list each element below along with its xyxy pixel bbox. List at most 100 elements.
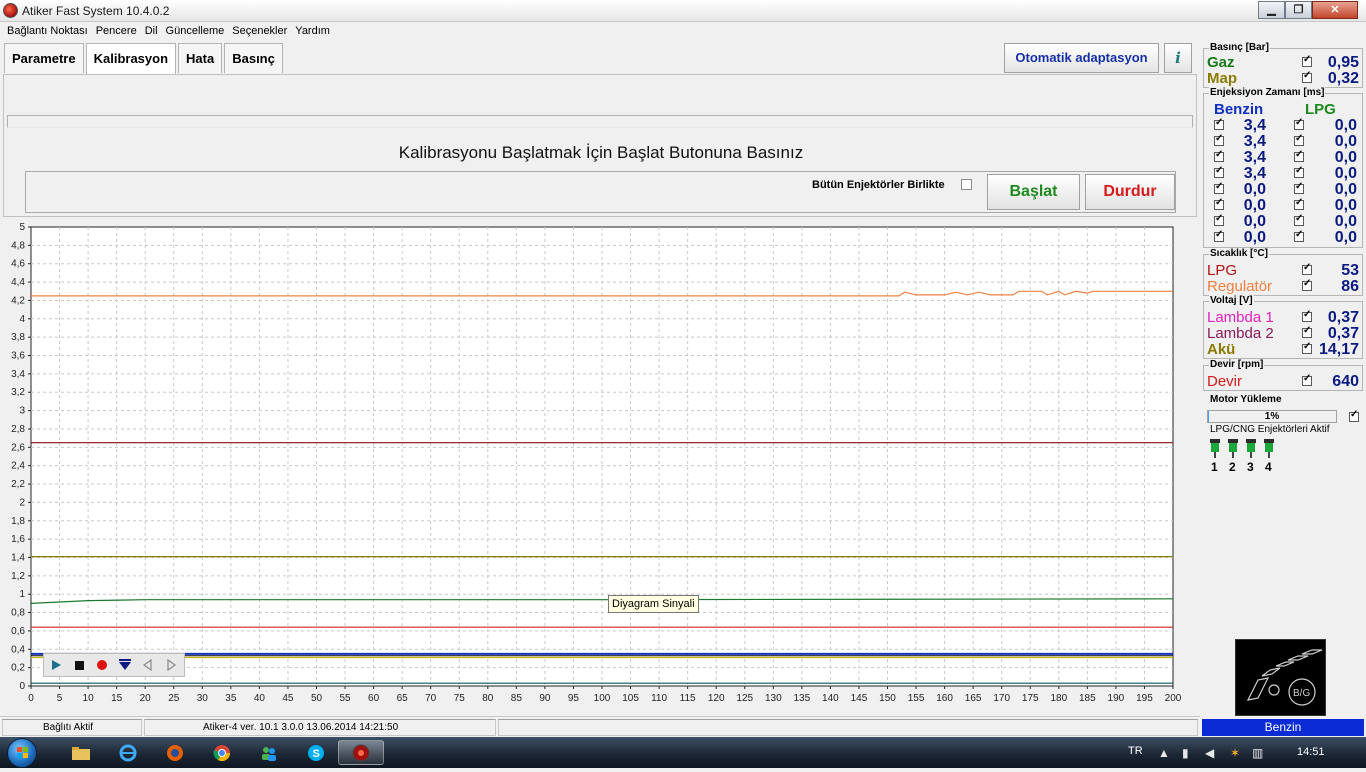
info-button[interactable]: i [1164, 43, 1192, 73]
tab-kalibrasyon[interactable]: Kalibrasyon [85, 43, 177, 75]
injection-benzin-checkbox[interactable] [1214, 197, 1224, 210]
injection-benzin-checkbox[interactable] [1214, 133, 1224, 146]
y-tick-label: 4,6 [11, 259, 25, 270]
y-tick-label: 5 [19, 222, 25, 233]
injector-number: 2 [1229, 460, 1236, 474]
minimize-button[interactable]: ▁ [1258, 1, 1285, 19]
injection-row: 3,40,0 [1204, 149, 1362, 166]
menu-secenekler[interactable]: Seçenekler [229, 22, 292, 40]
injection-row: 3,40,0 [1204, 133, 1362, 150]
taskbar-skype[interactable]: S [293, 740, 339, 765]
maximize-button[interactable]: ❐ [1285, 1, 1312, 19]
injection-row: 0,00,0 [1204, 197, 1362, 214]
stop-playback-button[interactable] [67, 654, 90, 676]
injection-lpg-checkbox[interactable] [1294, 229, 1304, 242]
stop-button[interactable]: Durdur [1085, 174, 1175, 210]
pressure-checkbox-map[interactable] [1302, 70, 1312, 83]
tab-basinc[interactable]: Basınç [224, 43, 283, 73]
rpm-label: Devir [1207, 373, 1243, 390]
svg-text:S: S [313, 748, 320, 760]
menu-baglanti-noktasi[interactable]: Bağlantı Noktası [4, 22, 93, 40]
y-tick-label: 0,2 [11, 663, 25, 674]
x-tick-label: 130 [765, 693, 782, 704]
injection-lpg-checkbox[interactable] [1294, 117, 1304, 130]
tab-parametre[interactable]: Parametre [4, 43, 84, 73]
menu-pencere[interactable]: Pencere [93, 22, 142, 40]
record-button[interactable] [90, 654, 113, 676]
menu-guncelleme[interactable]: Güncelleme [163, 22, 230, 40]
tray-flag-icon[interactable]: ✶ [1230, 746, 1240, 760]
x-tick-label: 85 [511, 693, 523, 704]
voltage-checkbox-aku[interactable] [1302, 341, 1312, 354]
tray-chevron-icon[interactable]: ▲ [1158, 746, 1170, 760]
injection-lpg-checkbox[interactable] [1294, 213, 1304, 226]
injection-benzin-checkbox[interactable] [1214, 181, 1224, 194]
diagram-chart[interactable]: 0 0,2 0,4 0,6 0,8 1 1,2 1,4 1,6 1,8 2 2,2 2,4 2,6 2,8 3… [0, 219, 1200, 716]
menu-dil[interactable]: Dil [142, 22, 163, 40]
rpm-title: Devir [rpm] [1209, 359, 1265, 370]
marker-button[interactable] [113, 654, 136, 676]
pressure-value-map: 0,32 [1327, 70, 1359, 87]
x-tick-label: 120 [708, 693, 725, 704]
taskbar-firefox[interactable] [152, 740, 198, 765]
taskbar-chrome[interactable] [199, 740, 245, 765]
voltage-checkbox-lambda1[interactable] [1302, 309, 1312, 322]
firefox-icon [167, 744, 183, 761]
rpm-row: Devir 640 [1207, 373, 1359, 390]
menu-yardim[interactable]: Yardım [292, 22, 335, 40]
taskbar-atiker[interactable] [338, 740, 384, 765]
x-tick-label: 40 [254, 693, 266, 704]
temperature-checkbox-regulator[interactable] [1302, 278, 1312, 291]
play-button[interactable] [44, 654, 67, 676]
start-button[interactable]: Başlat [987, 174, 1080, 210]
auto-adaptation-button[interactable]: Otomatik adaptasyon [1004, 43, 1159, 73]
taskbar-clock[interactable]: 14:51 [1297, 746, 1325, 758]
network-icon[interactable]: ▥ [1252, 746, 1263, 760]
motor-load-checkbox[interactable] [1349, 409, 1359, 422]
injection-lpg-checkbox[interactable] [1294, 149, 1304, 162]
y-tick-label: 2,2 [11, 479, 25, 490]
y-tick-label: 3,4 [11, 369, 25, 380]
injection-lpg-checkbox[interactable] [1294, 197, 1304, 210]
tab-hata[interactable]: Hata [178, 43, 223, 73]
close-button[interactable]: ✕ [1312, 1, 1358, 19]
pressure-title: Basınç [Bar] [1209, 42, 1270, 53]
injector-icon [1244, 439, 1258, 459]
temperature-checkbox-lpg[interactable] [1302, 262, 1312, 275]
voltage-row-aku: Akü 14,17 [1207, 341, 1359, 358]
taskbar-ie[interactable] [105, 740, 151, 765]
taskbar-network-app[interactable] [246, 740, 292, 765]
injection-row: 3,40,0 [1204, 165, 1362, 182]
injection-lpg-checkbox[interactable] [1294, 133, 1304, 146]
injectors-active-group: LPG/CNG Enjektörleri Aktif 1234 [1203, 424, 1363, 474]
folder-icon [72, 746, 90, 760]
all-injectors-checkbox[interactable] [961, 179, 972, 190]
injection-benzin-checkbox[interactable] [1214, 149, 1224, 162]
x-tick-label: 10 [83, 693, 95, 704]
window-title: Atiker Fast System 10.4.0.2 [22, 4, 170, 18]
injection-lpg-checkbox[interactable] [1294, 181, 1304, 194]
scroll-left-button[interactable] [136, 654, 159, 676]
status-bar: Bağlıtı Aktif Atiker-4 ver. 10.1 3.0.0 1… [0, 716, 1200, 737]
x-tick-label: 90 [539, 693, 551, 704]
y-tick-label: 1,2 [11, 571, 25, 582]
voltage-checkbox-lambda2[interactable] [1302, 325, 1312, 338]
injection-benzin-checkbox[interactable] [1214, 117, 1224, 130]
volume-muted-icon[interactable]: ◀ [1205, 746, 1214, 760]
start-button[interactable] [7, 738, 37, 768]
language-indicator[interactable]: TR [1128, 745, 1143, 757]
motor-load-value: 1% [1264, 411, 1280, 422]
rpm-checkbox[interactable] [1302, 373, 1312, 386]
taskbar-explorer[interactable] [58, 740, 104, 765]
injection-benzin-checkbox[interactable] [1214, 229, 1224, 242]
x-tick-label: 200 [1165, 693, 1182, 704]
injection-lpg-checkbox[interactable] [1294, 165, 1304, 178]
x-tick-label: 150 [879, 693, 896, 704]
scroll-right-button[interactable] [159, 654, 182, 676]
battery-icon[interactable]: ▮ [1182, 746, 1189, 760]
injection-benzin-checkbox[interactable] [1214, 165, 1224, 178]
pressure-checkbox-gaz[interactable] [1302, 54, 1312, 67]
voltage-title: Voltaj [V] [1209, 295, 1254, 306]
x-tick-label: 50 [311, 693, 323, 704]
injection-benzin-checkbox[interactable] [1214, 213, 1224, 226]
